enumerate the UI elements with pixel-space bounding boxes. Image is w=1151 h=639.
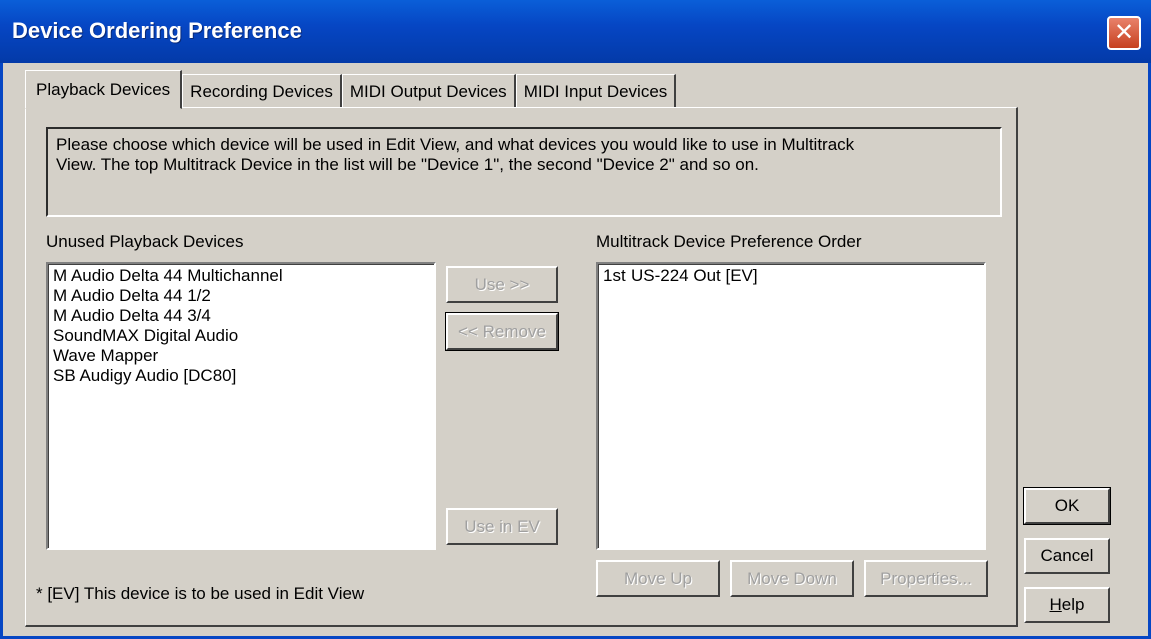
remove-button[interactable]: << Remove [445,312,559,351]
properties-button[interactable]: Properties... [864,560,988,597]
tab-strip: Playback Devices Recording Devices MIDI … [25,70,677,109]
list-item[interactable]: SB Audigy Audio [DC80] [53,366,429,386]
order-rank: 1st [603,266,626,285]
ok-button[interactable]: OK [1024,488,1110,524]
unused-devices-list[interactable]: M Audio Delta 44 Multichannel M Audio De… [46,262,436,550]
instructions-text: Please choose which device will be used … [46,127,1002,217]
preference-order-label: Multitrack Device Preference Order [596,232,862,251]
window-title: Device Ordering Preference [12,18,302,43]
order-device-name: US-224 Out [EV] [631,266,758,285]
dialog-body: Playback Devices Recording Devices MIDI … [0,63,1151,639]
move-down-button[interactable]: Move Down [730,560,854,597]
list-item[interactable]: M Audio Delta 44 Multichannel [53,266,429,286]
close-button[interactable]: ✕ [1107,16,1141,50]
tab-recording-devices[interactable]: Recording Devices [182,74,342,108]
close-icon: ✕ [1113,19,1135,46]
tab-panel: Please choose which device will be used … [25,107,1018,627]
help-button-label: Help [1049,595,1085,614]
list-item[interactable]: Wave Mapper [53,346,429,366]
title-bar[interactable]: Device Ordering Preference ✕ [0,0,1151,63]
list-item[interactable]: M Audio Delta 44 3/4 [53,306,429,326]
edit-view-footnote: * [EV] This device is to be used in Edit… [36,584,365,603]
list-item[interactable]: M Audio Delta 44 1/2 [53,286,429,306]
use-button[interactable]: Use >> [446,266,558,303]
tab-playback-devices[interactable]: Playback Devices [25,70,183,109]
use-in-ev-button[interactable]: Use in EV [446,508,558,545]
cancel-button[interactable]: Cancel [1024,538,1110,574]
move-up-button[interactable]: Move Up [596,560,720,597]
tab-midi-input-devices[interactable]: MIDI Input Devices [515,74,677,108]
help-button[interactable]: Help [1024,587,1110,623]
tab-midi-output-devices[interactable]: MIDI Output Devices [341,74,516,108]
preference-order-list[interactable]: 1st US-224 Out [EV] [596,262,986,550]
list-item[interactable]: 1st US-224 Out [EV] [603,266,979,286]
unused-devices-label: Unused Playback Devices [46,232,244,251]
list-item[interactable]: SoundMAX Digital Audio [53,326,429,346]
